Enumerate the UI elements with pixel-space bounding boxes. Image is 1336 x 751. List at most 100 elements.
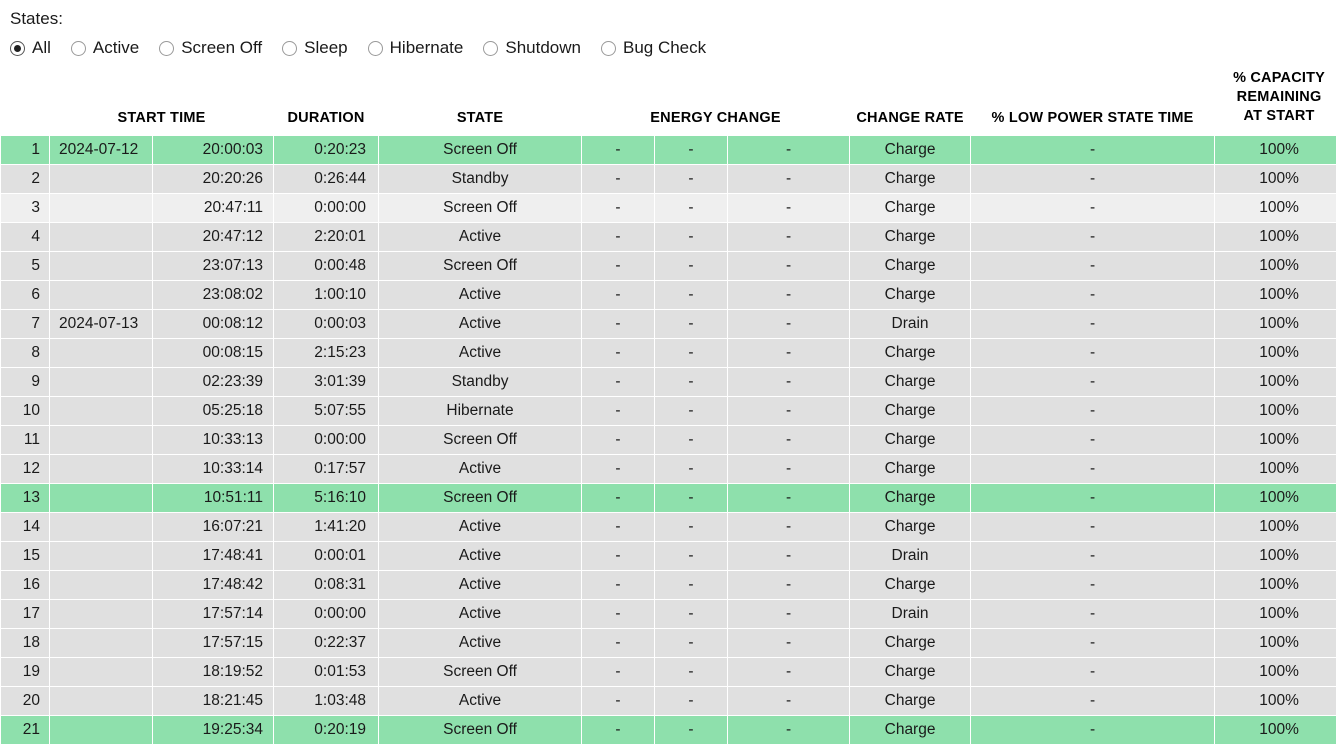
radio-button-icon[interactable] (483, 41, 498, 56)
cell-state: Active (379, 629, 581, 657)
cell-change-rate: Charge (850, 455, 970, 483)
cell-energy-change-1: - (582, 542, 654, 570)
cell-duration: 0:01:53 (274, 658, 378, 686)
header-change-rate[interactable]: CHANGE RATE (850, 69, 970, 135)
cell-state: Screen Off (379, 252, 581, 280)
cell-energy-change-2: - (655, 426, 727, 454)
table-header: START TIME DURATION STATE ENERGY CHANGE … (1, 69, 1336, 135)
table-row[interactable]: 1416:07:211:41:20Active---Charge-100% (1, 513, 1336, 541)
cell-low-power-state-time: - (971, 542, 1214, 570)
cell-energy-change-2: - (655, 310, 727, 338)
cell-change-rate: Charge (850, 687, 970, 715)
header-start-time[interactable]: START TIME (50, 69, 273, 135)
cell-date (50, 339, 152, 367)
header-energy-change[interactable]: ENERGY CHANGE (582, 69, 849, 135)
radio-button-icon[interactable] (282, 41, 297, 56)
radio-option-active[interactable]: Active (71, 38, 139, 58)
header-capacity-remaining[interactable]: % CAPACITY REMAINING AT START (1215, 69, 1336, 135)
row-index: 19 (1, 658, 49, 686)
cell-change-rate: Drain (850, 542, 970, 570)
table-row[interactable]: 1110:33:130:00:00Screen Off---Charge-100… (1, 426, 1336, 454)
table-row[interactable]: 72024-07-1300:08:120:00:03Active---Drain… (1, 310, 1336, 338)
table-row[interactable]: 1617:48:420:08:31Active---Charge-100% (1, 571, 1336, 599)
cell-energy-change-2: - (655, 368, 727, 396)
cell-energy-change-3: - (728, 165, 849, 193)
header-state[interactable]: STATE (379, 69, 581, 135)
row-index: 11 (1, 426, 49, 454)
radio-button-icon[interactable] (368, 41, 383, 56)
cell-date (50, 194, 152, 222)
cell-start-time: 23:08:02 (153, 281, 273, 309)
cell-start-time: 17:48:42 (153, 571, 273, 599)
cell-start-time: 17:57:14 (153, 600, 273, 628)
table-row[interactable]: 523:07:130:00:48Screen Off---Charge-100% (1, 252, 1336, 280)
cell-energy-change-3: - (728, 194, 849, 222)
cell-energy-change-2: - (655, 223, 727, 251)
cell-duration: 1:41:20 (274, 513, 378, 541)
table-row[interactable]: 902:23:393:01:39Standby---Charge-100% (1, 368, 1336, 396)
table-row[interactable]: 320:47:110:00:00Screen Off---Charge-100% (1, 194, 1336, 222)
table-row[interactable]: 1210:33:140:17:57Active---Charge-100% (1, 455, 1336, 483)
cell-energy-change-1: - (582, 368, 654, 396)
table-row[interactable]: 800:08:152:15:23Active---Charge-100% (1, 339, 1336, 367)
table-row[interactable]: 12024-07-1220:00:030:20:23Screen Off---C… (1, 136, 1336, 164)
cell-energy-change-2: - (655, 542, 727, 570)
cell-energy-change-3: - (728, 571, 849, 599)
cell-low-power-state-time: - (971, 600, 1214, 628)
radio-option-sleep[interactable]: Sleep (282, 38, 347, 58)
table-row[interactable]: 623:08:021:00:10Active---Charge-100% (1, 281, 1336, 309)
radio-button-icon[interactable] (71, 41, 86, 56)
cell-state: Standby (379, 368, 581, 396)
table-row[interactable]: 220:20:260:26:44Standby---Charge-100% (1, 165, 1336, 193)
table-row[interactable]: 1717:57:140:00:00Active---Drain-100% (1, 600, 1336, 628)
cell-capacity-remaining: 100% (1215, 397, 1336, 425)
row-index: 10 (1, 397, 49, 425)
cell-state: Active (379, 339, 581, 367)
cell-change-rate: Charge (850, 571, 970, 599)
cell-energy-change-3: - (728, 426, 849, 454)
cell-energy-change-1: - (582, 136, 654, 164)
cell-date (50, 252, 152, 280)
cell-energy-change-3: - (728, 658, 849, 686)
header-duration[interactable]: DURATION (274, 69, 378, 135)
cell-energy-change-3: - (728, 484, 849, 512)
cell-duration: 0:26:44 (274, 165, 378, 193)
radio-button-icon[interactable] (10, 41, 25, 56)
cell-low-power-state-time: - (971, 165, 1214, 193)
cell-energy-change-1: - (582, 455, 654, 483)
radio-button-icon[interactable] (601, 41, 616, 56)
radio-option-shutdown[interactable]: Shutdown (483, 38, 581, 58)
radio-option-hibernate[interactable]: Hibernate (368, 38, 464, 58)
radio-option-screen-off[interactable]: Screen Off (159, 38, 262, 58)
cell-date (50, 571, 152, 599)
cell-start-time: 00:08:15 (153, 339, 273, 367)
radio-option-all[interactable]: All (10, 38, 51, 58)
table-row[interactable]: 1517:48:410:00:01Active---Drain-100% (1, 542, 1336, 570)
cell-low-power-state-time: - (971, 194, 1214, 222)
cell-state: Active (379, 223, 581, 251)
table-row[interactable]: 1817:57:150:22:37Active---Charge-100% (1, 629, 1336, 657)
table-row[interactable]: 1918:19:520:01:53Screen Off---Charge-100… (1, 658, 1336, 686)
table-row[interactable]: 420:47:122:20:01Active---Charge-100% (1, 223, 1336, 251)
cell-duration: 0:22:37 (274, 629, 378, 657)
radio-button-icon[interactable] (159, 41, 174, 56)
cell-start-time: 10:33:13 (153, 426, 273, 454)
table-row[interactable]: 2018:21:451:03:48Active---Charge-100% (1, 687, 1336, 715)
cell-capacity-remaining: 100% (1215, 252, 1336, 280)
cell-low-power-state-time: - (971, 629, 1214, 657)
cell-change-rate: Charge (850, 339, 970, 367)
radio-option-bug-check[interactable]: Bug Check (601, 38, 706, 58)
battery-states-table: START TIME DURATION STATE ENERGY CHANGE … (0, 68, 1336, 745)
cell-date: 2024-07-12 (50, 136, 152, 164)
table-row[interactable]: 2119:25:340:20:19Screen Off---Charge-100… (1, 716, 1336, 744)
cell-energy-change-1: - (582, 600, 654, 628)
cell-duration: 3:01:39 (274, 368, 378, 396)
cell-state: Screen Off (379, 194, 581, 222)
cell-energy-change-2: - (655, 484, 727, 512)
row-index: 13 (1, 484, 49, 512)
cell-capacity-remaining: 100% (1215, 281, 1336, 309)
table-row[interactable]: 1005:25:185:07:55Hibernate---Charge-100% (1, 397, 1336, 425)
cell-start-time: 20:00:03 (153, 136, 273, 164)
header-low-power-state-time[interactable]: % LOW POWER STATE TIME (971, 69, 1214, 135)
table-row[interactable]: 1310:51:115:16:10Screen Off---Charge-100… (1, 484, 1336, 512)
